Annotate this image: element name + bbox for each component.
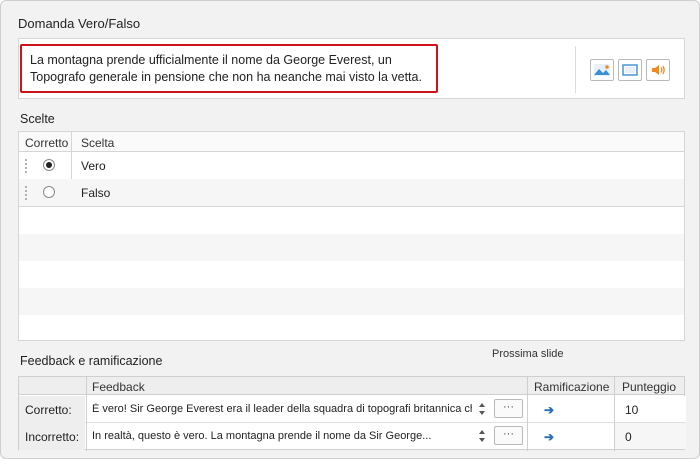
drag-handle-icon[interactable] bbox=[25, 159, 28, 173]
row-label: Corretto: bbox=[19, 396, 85, 423]
insert-video-button[interactable] bbox=[618, 59, 642, 81]
feedback-row-incorrect: Incorretto: In realtà, questo è vero. La… bbox=[19, 423, 686, 450]
choice-column-header: Scelta bbox=[81, 136, 115, 150]
question-editor-panel: Domanda Vero/Falso La montagna prende uf… bbox=[0, 0, 700, 459]
choice-label[interactable]: Falso bbox=[81, 186, 110, 200]
choices-header: Corretto Scelta bbox=[19, 132, 684, 152]
correct-column-header: Corretto bbox=[25, 136, 69, 150]
scroll-stepper[interactable] bbox=[477, 401, 487, 418]
drag-handle-icon[interactable] bbox=[25, 186, 28, 200]
insert-audio-button[interactable] bbox=[646, 59, 670, 81]
empty-row bbox=[19, 261, 684, 288]
feedback-text-field[interactable]: In realtà, questo è vero. La montagna pr… bbox=[92, 430, 472, 442]
choices-table: Corretto Scelta Vero Falso bbox=[18, 131, 685, 341]
empty-row bbox=[19, 234, 684, 261]
score-value[interactable]: 0 bbox=[625, 430, 632, 444]
scroll-stepper[interactable] bbox=[477, 428, 487, 445]
image-icon bbox=[594, 64, 610, 76]
choice-row-falso[interactable]: Falso bbox=[19, 179, 684, 206]
choice-row-vero[interactable]: Vero bbox=[19, 152, 684, 179]
branch-arrow-icon[interactable]: ➔ bbox=[544, 430, 554, 444]
media-divider bbox=[575, 46, 576, 93]
row-label: Incorretto: bbox=[19, 423, 85, 450]
feedback-column-header: Feedback bbox=[92, 380, 145, 394]
column-divider bbox=[86, 377, 87, 451]
video-icon bbox=[622, 64, 638, 76]
empty-row bbox=[19, 207, 684, 234]
feedback-text-field[interactable]: È vero! Sir George Everest era il leader… bbox=[92, 403, 472, 415]
correct-radio-vero[interactable] bbox=[43, 159, 55, 171]
more-options-button[interactable]: ··· bbox=[494, 399, 523, 418]
score-column-header: Punteggio bbox=[622, 380, 677, 394]
column-divider bbox=[527, 377, 528, 451]
empty-row bbox=[19, 315, 684, 342]
choices-section-label: Scelte bbox=[20, 112, 55, 126]
branch-arrow-icon[interactable]: ➔ bbox=[544, 403, 554, 417]
panel-title: Domanda Vero/Falso bbox=[18, 16, 141, 31]
question-text-field[interactable]: La montagna prende ufficialmente il nome… bbox=[20, 44, 438, 93]
feedback-row-correct: Corretto: È vero! Sir George Everest era… bbox=[19, 396, 686, 423]
feedback-table: Feedback Ramificazione Punteggio Corrett… bbox=[18, 376, 686, 451]
feedback-header: Feedback Ramificazione Punteggio bbox=[19, 377, 684, 395]
empty-row bbox=[19, 288, 684, 315]
more-options-button[interactable]: ··· bbox=[494, 426, 523, 445]
insert-image-button[interactable] bbox=[590, 59, 614, 81]
feedback-section-label: Feedback e ramificazione bbox=[20, 354, 163, 368]
branching-column-header: Ramificazione bbox=[534, 380, 610, 394]
audio-icon bbox=[652, 65, 665, 75]
next-slide-label: Prossima slide bbox=[492, 348, 564, 360]
question-box: La montagna prende ufficialmente il nome… bbox=[18, 38, 685, 99]
score-value[interactable]: 10 bbox=[625, 403, 638, 417]
column-divider bbox=[614, 377, 615, 451]
choice-label[interactable]: Vero bbox=[81, 159, 106, 173]
correct-radio-falso[interactable] bbox=[43, 186, 55, 198]
